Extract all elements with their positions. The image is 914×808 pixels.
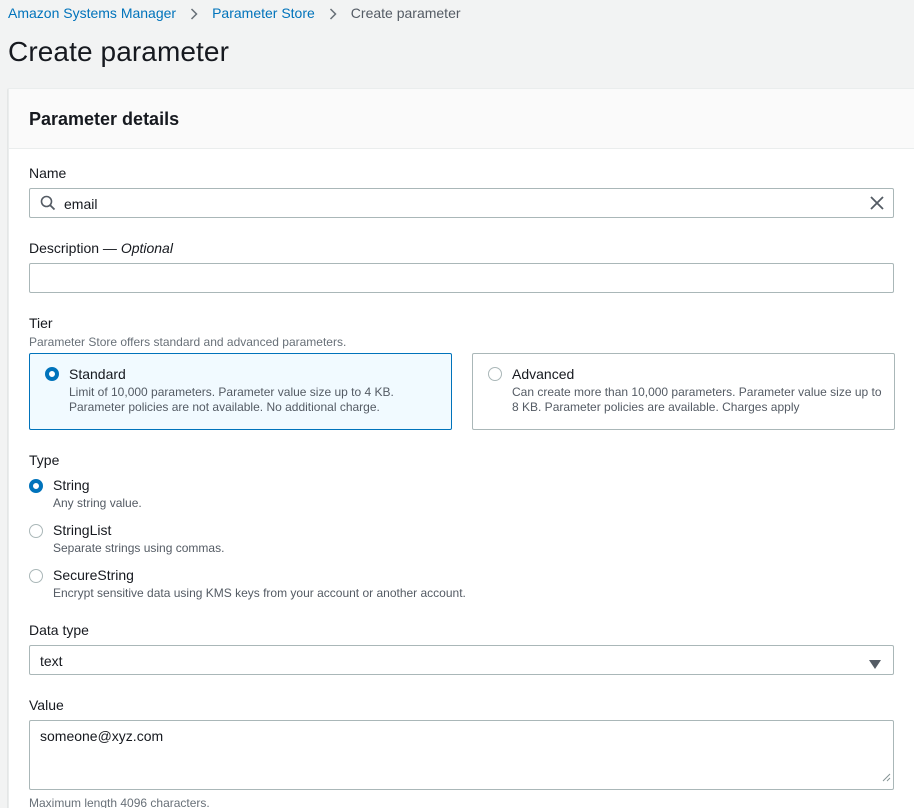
panel-header: Parameter details [9, 89, 914, 149]
type-stringlist-title: StringList [53, 522, 112, 538]
radio-stringlist[interactable] [29, 524, 43, 538]
description-label-text: Description [29, 240, 100, 256]
value-label: Value [29, 697, 64, 713]
name-input-value: email [64, 196, 98, 212]
page-title: Create parameter [8, 36, 230, 67]
panel-title: Parameter details [29, 109, 180, 129]
close-icon[interactable] [870, 196, 884, 213]
type-label: Type [29, 452, 60, 468]
radio-standard[interactable] [45, 367, 59, 381]
search-icon [40, 195, 56, 214]
type-string-title: String [53, 477, 90, 493]
chevron-right-icon [315, 5, 351, 21]
value-textarea[interactable]: someone@xyz.com [29, 720, 894, 790]
tier-standard-title: Standard [69, 366, 126, 382]
name-input[interactable]: email [29, 188, 894, 218]
radio-securestring[interactable] [29, 569, 43, 583]
breadcrumb: Amazon Systems Manager Parameter Store C… [8, 4, 461, 22]
data-type-label: Data type [29, 622, 89, 638]
radio-string[interactable] [29, 479, 43, 493]
tier-tile-advanced[interactable]: Advanced Can create more than 10,000 par… [472, 353, 895, 430]
parameter-details-panel: Parameter details Name email Description… [8, 88, 914, 808]
caret-down-icon [869, 656, 881, 674]
optional-tag: Optional [120, 240, 173, 256]
radio-advanced[interactable] [488, 367, 502, 381]
type-string-desc: Any string value. [53, 496, 142, 510]
tier-standard-desc: Limit of 10,000 parameters. Parameter va… [69, 385, 394, 414]
tier-advanced-title: Advanced [512, 366, 575, 382]
tier-tile-standard[interactable]: Standard Limit of 10,000 parameters. Par… [29, 353, 452, 430]
type-securestring-title: SecureString [53, 567, 134, 583]
tier-advanced-desc: Can create more than 10,000 parameters. … [512, 385, 882, 414]
breadcrumb-link-parameter-store[interactable]: Parameter Store [212, 5, 315, 21]
type-securestring-desc: Encrypt sensitive data using KMS keys fr… [53, 586, 466, 600]
description-label: Description — Optional [29, 240, 173, 256]
description-input[interactable] [29, 263, 894, 293]
chevron-right-icon [176, 5, 212, 21]
type-stringlist-desc: Separate strings using commas. [53, 541, 225, 555]
description-label-separator: — [99, 240, 121, 256]
data-type-value: text [40, 653, 63, 669]
tier-hint: Parameter Store offers standard and adva… [29, 335, 347, 349]
value-hint: Maximum length 4096 characters. [29, 796, 210, 808]
value-textarea-value: someone@xyz.com [40, 728, 164, 744]
resize-handle-icon[interactable] [881, 769, 891, 787]
breadcrumb-link-systems-manager[interactable]: Amazon Systems Manager [8, 5, 176, 21]
name-label: Name [29, 165, 67, 181]
tier-label: Tier [29, 315, 53, 331]
breadcrumb-current: Create parameter [350, 5, 461, 21]
data-type-select[interactable]: text [29, 645, 894, 675]
